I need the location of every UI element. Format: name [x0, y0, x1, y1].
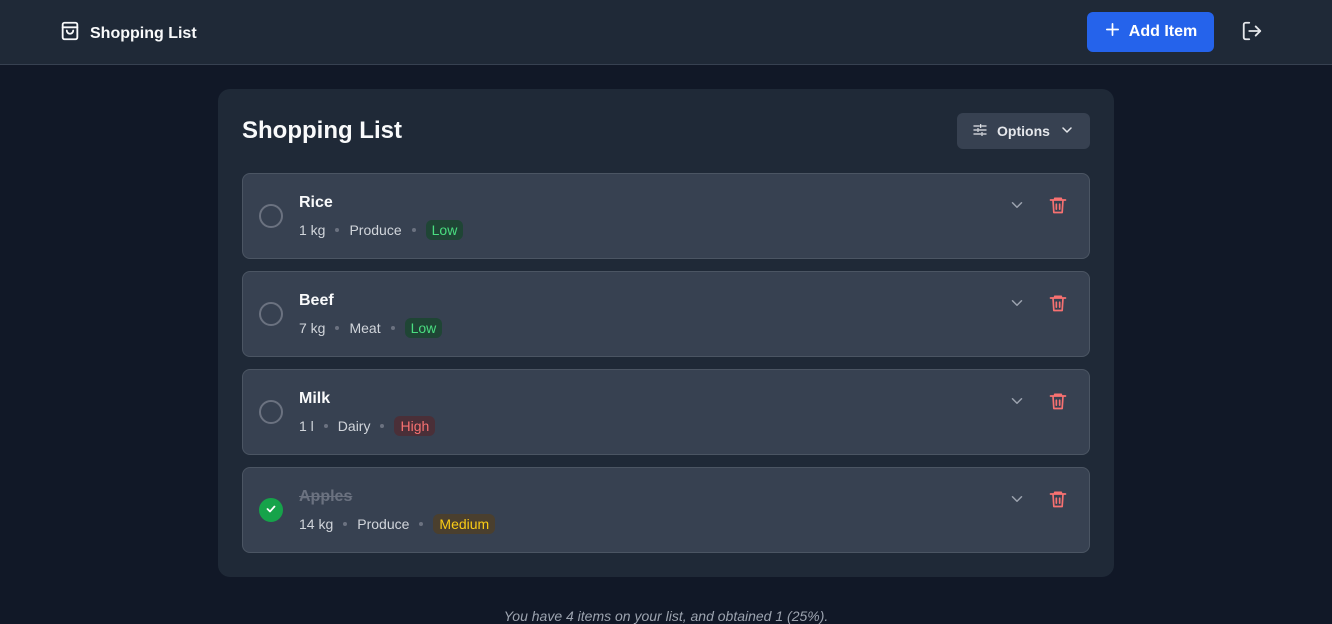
add-item-label: Add Item	[1128, 23, 1198, 40]
shopping-list-card: Shopping List Options Rice 1 kg Produce …	[218, 89, 1114, 577]
item-quantity: 1 kg	[299, 222, 326, 238]
list-item: Apples 14 kg Produce Medium	[242, 467, 1090, 553]
separator-dot	[343, 522, 348, 526]
delete-item-button[interactable]	[1047, 391, 1069, 413]
item-name: Rice	[299, 194, 333, 211]
trash-icon	[1048, 197, 1068, 218]
item-category: Produce	[357, 516, 410, 532]
separator-dot	[390, 326, 395, 330]
item-meta: 14 kg Produce Medium	[299, 514, 496, 534]
priority-badge: Medium	[433, 514, 496, 534]
item-name: Milk	[299, 390, 331, 407]
separator-dot	[323, 424, 328, 428]
sliders-icon	[972, 122, 988, 141]
item-category: Meat	[349, 320, 381, 336]
trash-icon	[1048, 491, 1068, 512]
priority-badge: Low	[404, 318, 443, 338]
item-quantity: 7 kg	[299, 320, 326, 336]
separator-dot	[335, 228, 340, 232]
priority-badge: Low	[425, 220, 464, 240]
separator-dot	[380, 424, 385, 428]
item-quantity: 1 l	[299, 418, 314, 434]
top-bar: Shopping List Add Item	[0, 0, 1332, 65]
expand-item-button[interactable]	[1007, 490, 1027, 510]
options-label: Options	[997, 123, 1050, 139]
delete-item-button[interactable]	[1047, 195, 1069, 217]
separator-dot	[411, 228, 416, 232]
checkmark-icon	[265, 503, 277, 518]
chevron-down-icon	[1008, 202, 1026, 217]
item-name: Apples	[299, 488, 353, 505]
add-item-button[interactable]: Add Item	[1087, 12, 1214, 52]
item-meta: 1 l Dairy High	[299, 416, 436, 436]
list-item: Milk 1 l Dairy High	[242, 369, 1090, 455]
item-meta: 7 kg Meat Low	[299, 318, 443, 338]
chevron-down-icon	[1008, 300, 1026, 315]
item-checkbox[interactable]	[259, 204, 283, 228]
item-checkbox[interactable]	[259, 400, 283, 424]
item-checkbox[interactable]	[259, 302, 283, 326]
plus-icon	[1104, 21, 1121, 43]
item-quantity: 14 kg	[299, 516, 334, 532]
expand-item-button[interactable]	[1007, 294, 1027, 314]
separator-dot	[335, 326, 340, 330]
options-button[interactable]: Options	[957, 113, 1090, 149]
item-checkbox[interactable]	[259, 498, 283, 522]
page-title: Shopping List	[242, 117, 402, 144]
item-name: Beef	[299, 292, 334, 309]
list-item: Rice 1 kg Produce Low	[242, 173, 1090, 259]
logout-button[interactable]	[1240, 20, 1264, 44]
chevron-down-icon	[1008, 496, 1026, 511]
chevron-down-icon	[1008, 398, 1026, 413]
delete-item-button[interactable]	[1047, 489, 1069, 511]
list-item: Beef 7 kg Meat Low	[242, 271, 1090, 357]
delete-item-button[interactable]	[1047, 293, 1069, 315]
priority-badge: High	[394, 416, 436, 436]
expand-item-button[interactable]	[1007, 392, 1027, 412]
brand[interactable]: Shopping List	[59, 20, 197, 47]
brand-title: Shopping List	[90, 24, 197, 42]
shopping-bag-icon	[59, 20, 81, 47]
logout-icon	[1241, 21, 1263, 45]
item-category: Dairy	[337, 418, 371, 434]
list-summary: You have 4 items on your list, and obtai…	[503, 608, 829, 624]
expand-item-button[interactable]	[1007, 196, 1027, 216]
separator-dot	[419, 522, 424, 526]
trash-icon	[1048, 393, 1068, 414]
item-category: Produce	[349, 222, 402, 238]
item-meta: 1 kg Produce Low	[299, 220, 464, 240]
trash-icon	[1048, 295, 1068, 316]
chevron-down-icon	[1059, 122, 1075, 141]
